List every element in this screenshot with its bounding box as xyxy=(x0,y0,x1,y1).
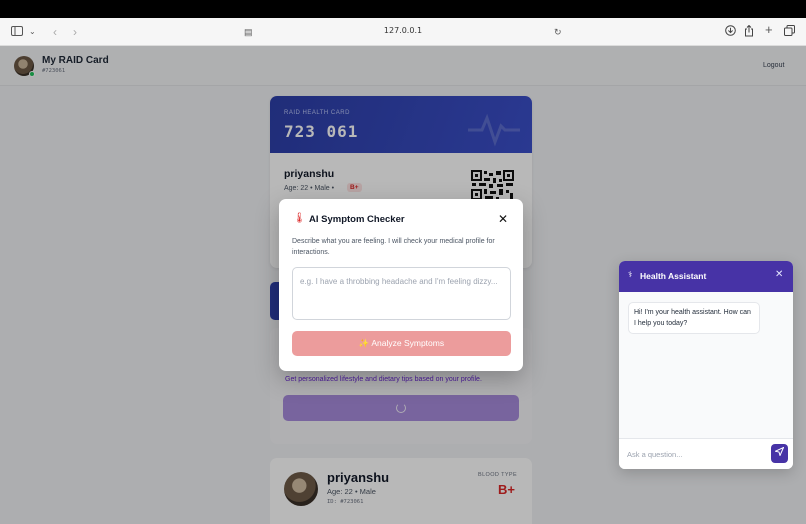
analyze-symptoms-button[interactable]: ✨ Analyze Symptoms xyxy=(292,331,511,356)
page-settings-icon[interactable]: ▤ xyxy=(244,25,253,39)
thermometer-icon: 🌡 xyxy=(293,213,306,224)
os-top-bar xyxy=(0,0,806,18)
modal-description: Describe what you are feeling. I will ch… xyxy=(292,238,495,256)
new-tab-icon[interactable]: + xyxy=(765,23,773,37)
chat-close-icon[interactable]: ✕ xyxy=(775,269,783,280)
assistant-message: Hi! I'm your health assistant. How can I… xyxy=(628,302,760,334)
chat-input[interactable] xyxy=(627,446,767,463)
browser-toolbar: ⌄ ‹ › ▤ 127.0.0.1 ↻ + xyxy=(0,18,806,46)
send-icon xyxy=(773,446,785,457)
forward-icon[interactable]: › xyxy=(73,25,77,39)
chat-input-bar xyxy=(619,438,793,469)
address-bar[interactable]: 127.0.0.1 xyxy=(340,26,466,35)
chat-messages: Hi! I'm your health assistant. How can I… xyxy=(619,292,793,438)
close-icon[interactable]: ✕ xyxy=(498,212,508,226)
reload-icon[interactable]: ↻ xyxy=(554,25,562,39)
sidebar-icon[interactable] xyxy=(11,25,23,39)
symptom-checker-modal: 🌡 AI Symptom Checker ✕ Describe what you… xyxy=(279,199,523,371)
modal-title: AI Symptom Checker xyxy=(309,214,405,225)
health-assistant-chat: ⚕ Health Assistant ✕ Hi! I'm your health… xyxy=(619,261,793,469)
back-icon[interactable]: ‹ xyxy=(53,25,57,39)
share-icon[interactable] xyxy=(744,24,754,40)
chat-title: Health Assistant xyxy=(640,271,707,281)
chat-header: ⚕ Health Assistant ✕ xyxy=(619,261,793,292)
app-page: My RAID Card #723061 Logout RAID HEALTH … xyxy=(0,46,806,524)
tabs-overview-icon[interactable] xyxy=(784,25,795,39)
download-icon[interactable] xyxy=(725,25,736,39)
robot-icon: ⚕ xyxy=(628,270,633,279)
symptoms-input[interactable] xyxy=(292,267,511,320)
chevron-down-icon[interactable]: ⌄ xyxy=(29,25,36,39)
send-button[interactable] xyxy=(771,444,788,463)
